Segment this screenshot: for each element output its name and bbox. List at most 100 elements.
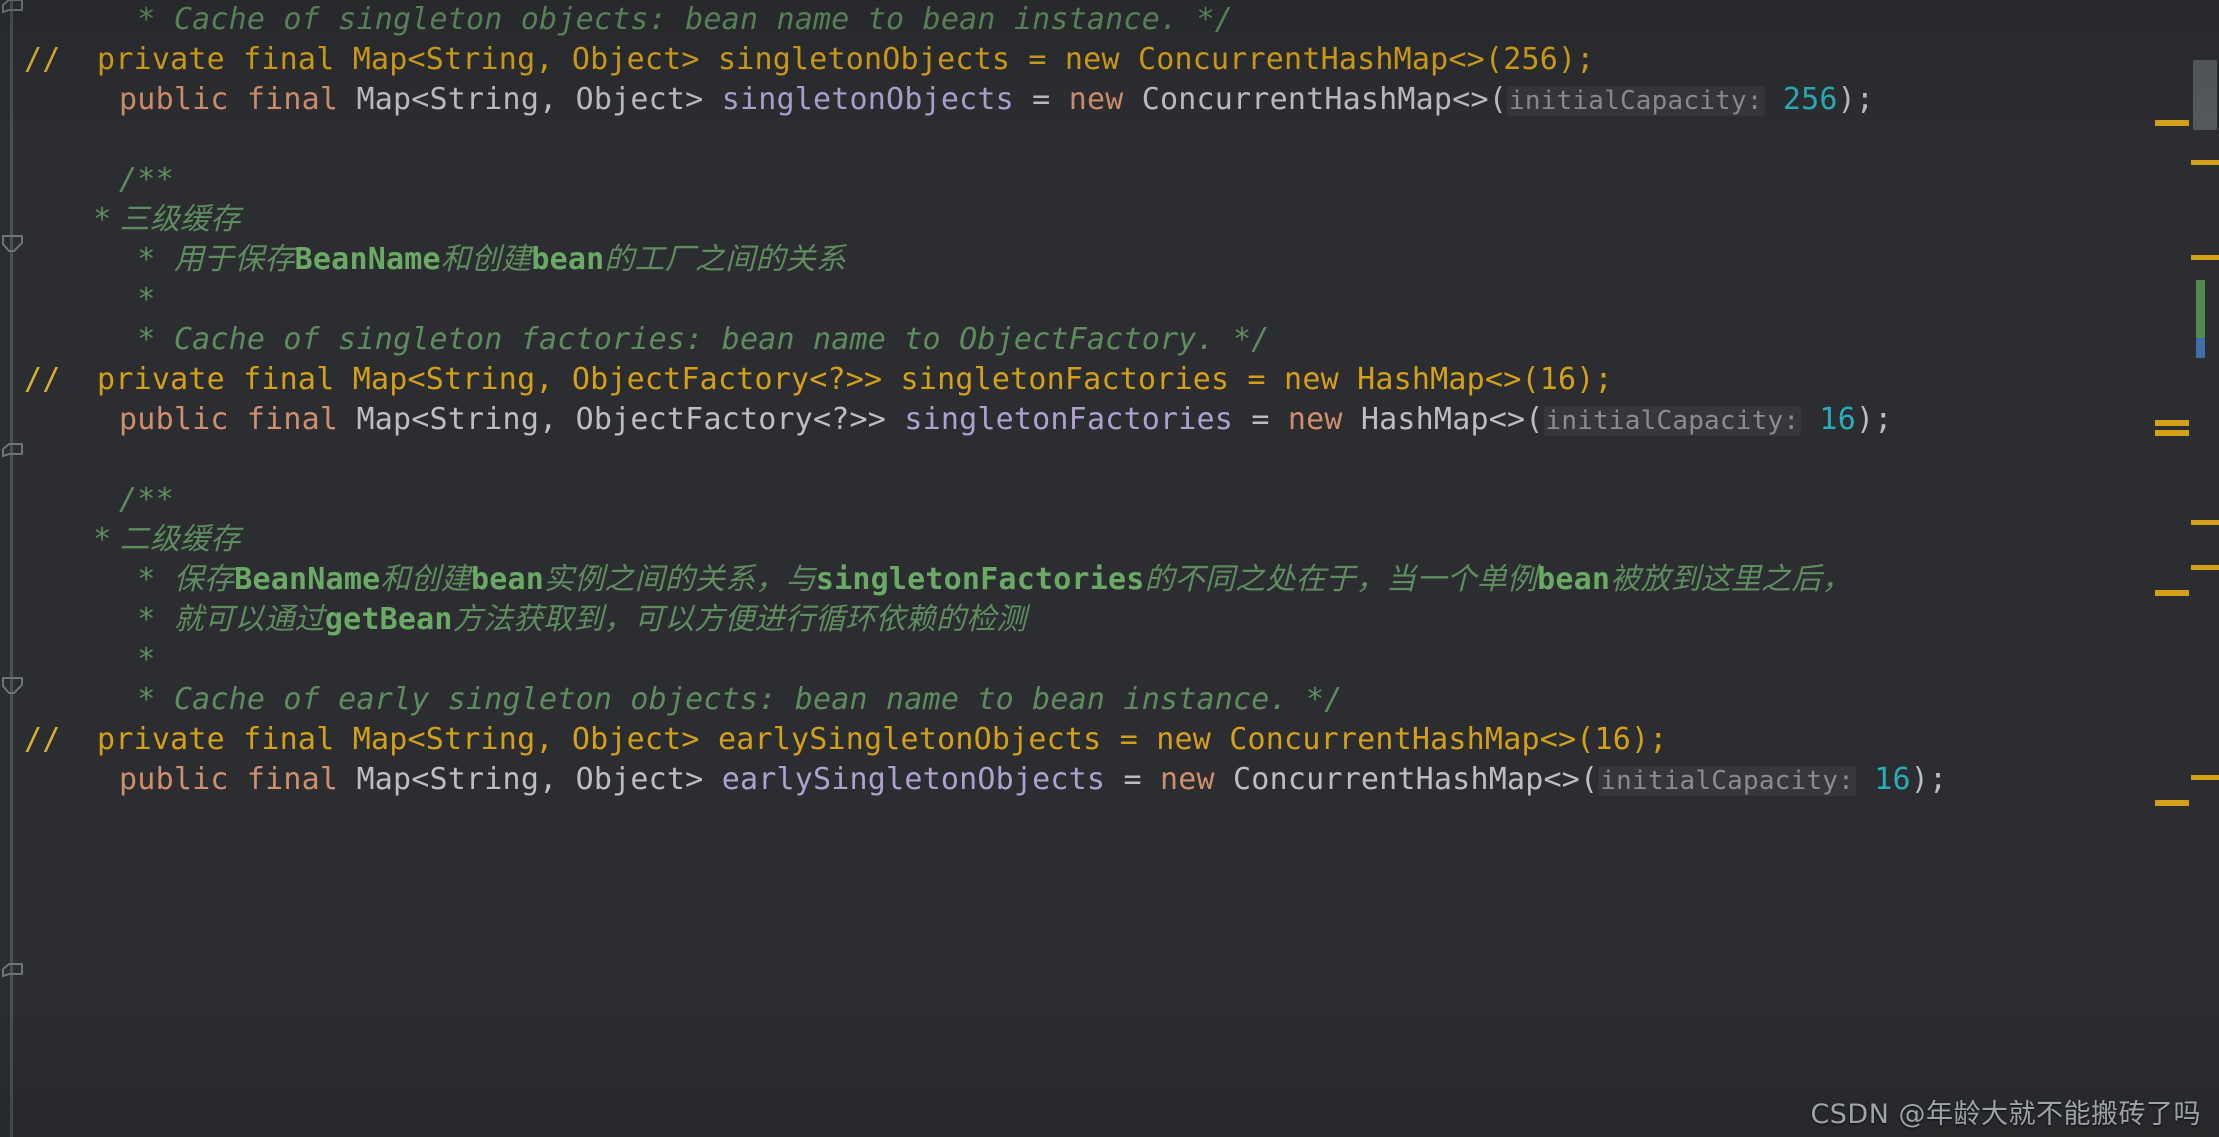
vcs-change-marker-modified[interactable] bbox=[2196, 338, 2205, 358]
scrollbar-warning-marker[interactable] bbox=[2191, 520, 2219, 525]
code-line[interactable]: * bbox=[0, 640, 2219, 680]
code-line[interactable]: * 三级缓存 bbox=[0, 200, 2219, 240]
commented-out-code-text: private final Map<String, Object> single… bbox=[60, 42, 1595, 77]
javadoc-comment-cjk-text: 和创建 bbox=[440, 242, 532, 277]
javadoc-comment-prefix: * bbox=[46, 602, 174, 637]
inline-warning-stripe bbox=[2155, 430, 2189, 436]
javadoc-comment-cjk-text: * 三级缓存 bbox=[46, 202, 241, 237]
code-line[interactable]: // private final Map<String, Object> ear… bbox=[0, 720, 2219, 760]
javadoc-comment-prefix: * bbox=[46, 562, 174, 597]
line-comment-marker: // bbox=[24, 42, 61, 77]
inline-warning-stripe bbox=[2155, 800, 2189, 806]
javadoc-comment-text: /** bbox=[46, 482, 174, 517]
field-name: singletonFactories bbox=[904, 402, 1252, 437]
javadoc-inline-code: singletonFactories bbox=[815, 562, 1145, 597]
assignment-operator: = bbox=[1123, 762, 1160, 797]
new-keyword: new bbox=[1160, 762, 1234, 797]
new-keyword: new bbox=[1287, 402, 1361, 437]
code-line[interactable]: * bbox=[0, 280, 2219, 320]
code-surface[interactable]: * Cache of singleton objects: bean name … bbox=[0, 0, 2219, 1137]
constructor-argument: 16 bbox=[1855, 762, 1911, 797]
code-line[interactable]: /** bbox=[0, 160, 2219, 200]
code-line[interactable]: // private final Map<String, ObjectFacto… bbox=[0, 360, 2219, 400]
javadoc-inline-code: BeanName bbox=[234, 562, 381, 597]
parameter-name-hint: initialCapacity: bbox=[1598, 766, 1856, 796]
constructor-argument: 256 bbox=[1764, 82, 1838, 117]
scrollbar-warning-marker[interactable] bbox=[2191, 565, 2219, 570]
code-line[interactable]: // private final Map<String, Object> sin… bbox=[0, 40, 2219, 80]
modifier-keyword: public bbox=[119, 82, 247, 117]
parameter-name-hint: initialCapacity: bbox=[1506, 86, 1765, 116]
javadoc-comment-cjk-text: 就可以通过 bbox=[173, 602, 325, 637]
javadoc-inline-code: BeanName bbox=[294, 242, 441, 277]
javadoc-inline-code: getBean bbox=[324, 602, 453, 637]
inline-warning-stripe bbox=[2155, 420, 2189, 426]
field-name: singletonObjects bbox=[721, 82, 1033, 117]
commented-out-code-text: private final Map<String, ObjectFactory<… bbox=[60, 362, 1613, 397]
code-line[interactable]: public final Map<String, ObjectFactory<?… bbox=[0, 400, 2219, 440]
modifier-keyword: public bbox=[119, 762, 247, 797]
javadoc-comment-cjk-text: 被放到这里之后， bbox=[1610, 562, 1852, 597]
code-line[interactable]: public final Map<String, Object> singlet… bbox=[0, 80, 2219, 120]
assignment-operator: = bbox=[1251, 402, 1288, 437]
code-line[interactable]: * Cache of singleton objects: bean name … bbox=[0, 0, 2219, 40]
field-type: Map<String, Object> bbox=[356, 762, 722, 797]
javadoc-comment-cjk-text: 和创建 bbox=[380, 562, 471, 597]
constructor-call: ConcurrentHashMap<>( bbox=[1141, 82, 1507, 117]
javadoc-comment-text: /** bbox=[46, 162, 174, 197]
final-keyword: final bbox=[246, 402, 357, 437]
commented-out-code-text: private final Map<String, Object> earlyS… bbox=[60, 722, 1668, 757]
scrollbar-warning-marker[interactable] bbox=[2191, 775, 2219, 780]
final-keyword: final bbox=[246, 82, 357, 117]
line-comment-marker: // bbox=[24, 722, 61, 757]
line-comment-marker: // bbox=[24, 362, 61, 397]
field-type: Map<String, ObjectFactory<?>> bbox=[356, 402, 905, 437]
parameter-name-hint: initialCapacity: bbox=[1543, 406, 1802, 436]
code-line[interactable]: /** bbox=[0, 480, 2219, 520]
code-line[interactable] bbox=[0, 120, 2219, 160]
editor-scrollbar[interactable] bbox=[2189, 0, 2219, 1137]
code-line[interactable]: public final Map<String, Object> earlySi… bbox=[0, 760, 2219, 800]
javadoc-comment-cjk-text: * 二级缓存 bbox=[46, 522, 241, 557]
code-line[interactable]: * 就可以通过getBean方法获取到，可以方便进行循环依赖的检测 bbox=[0, 600, 2219, 640]
scrollbar-warning-marker[interactable] bbox=[2191, 255, 2219, 260]
field-name: earlySingletonObjects bbox=[721, 762, 1124, 797]
modifier-keyword: public bbox=[119, 402, 247, 437]
statement-terminator: ); bbox=[1855, 402, 1893, 437]
constructor-call: ConcurrentHashMap<>( bbox=[1233, 762, 1599, 797]
code-editor[interactable]: * Cache of singleton objects: bean name … bbox=[0, 0, 2219, 1137]
code-line[interactable]: * Cache of early singleton objects: bean… bbox=[0, 680, 2219, 720]
code-line[interactable]: * 用于保存BeanName和创建bean的工厂之间的关系 bbox=[0, 240, 2219, 280]
javadoc-comment-text: * Cache of singleton objects: bean name … bbox=[46, 2, 1233, 37]
vcs-change-marker-added[interactable] bbox=[2196, 280, 2205, 338]
scrollbar-warning-marker[interactable] bbox=[2191, 160, 2219, 165]
code-line[interactable]: * 二级缓存 bbox=[0, 520, 2219, 560]
javadoc-comment-cjk-text: 方法获取到，可以方便进行循环依赖的检测 bbox=[452, 602, 1027, 637]
scrollbar-thumb[interactable] bbox=[2193, 60, 2217, 130]
assignment-operator: = bbox=[1032, 82, 1069, 117]
javadoc-inline-code: bean bbox=[1537, 562, 1611, 597]
inline-warning-stripe bbox=[2155, 590, 2189, 596]
code-line[interactable]: * 保存BeanName和创建bean实例之间的关系，与singletonFac… bbox=[0, 560, 2219, 600]
statement-terminator: ); bbox=[1910, 762, 1948, 797]
javadoc-comment-text: * Cache of early singleton objects: bean… bbox=[46, 682, 1343, 717]
code-line[interactable] bbox=[0, 440, 2219, 480]
inline-warning-stripe bbox=[2155, 120, 2189, 126]
statement-terminator: ); bbox=[1837, 82, 1875, 117]
javadoc-comment-text: * bbox=[46, 282, 156, 317]
new-keyword: new bbox=[1068, 82, 1142, 117]
code-line[interactable]: * Cache of singleton factories: bean nam… bbox=[0, 320, 2219, 360]
javadoc-comment-cjk-text: 的不同之处在于，当一个单例 bbox=[1144, 562, 1538, 597]
javadoc-inline-code: bean bbox=[531, 242, 605, 277]
javadoc-comment-prefix: * bbox=[46, 242, 174, 277]
javadoc-inline-code: bean bbox=[470, 562, 544, 597]
javadoc-comment-cjk-text: 实例之间的关系，与 bbox=[544, 562, 816, 597]
final-keyword: final bbox=[246, 762, 357, 797]
constructor-call: HashMap<>( bbox=[1360, 402, 1544, 437]
javadoc-comment-cjk-text: 保存 bbox=[173, 562, 235, 597]
field-type: Map<String, Object> bbox=[356, 82, 722, 117]
javadoc-comment-text: * Cache of singleton factories: bean nam… bbox=[46, 322, 1270, 357]
